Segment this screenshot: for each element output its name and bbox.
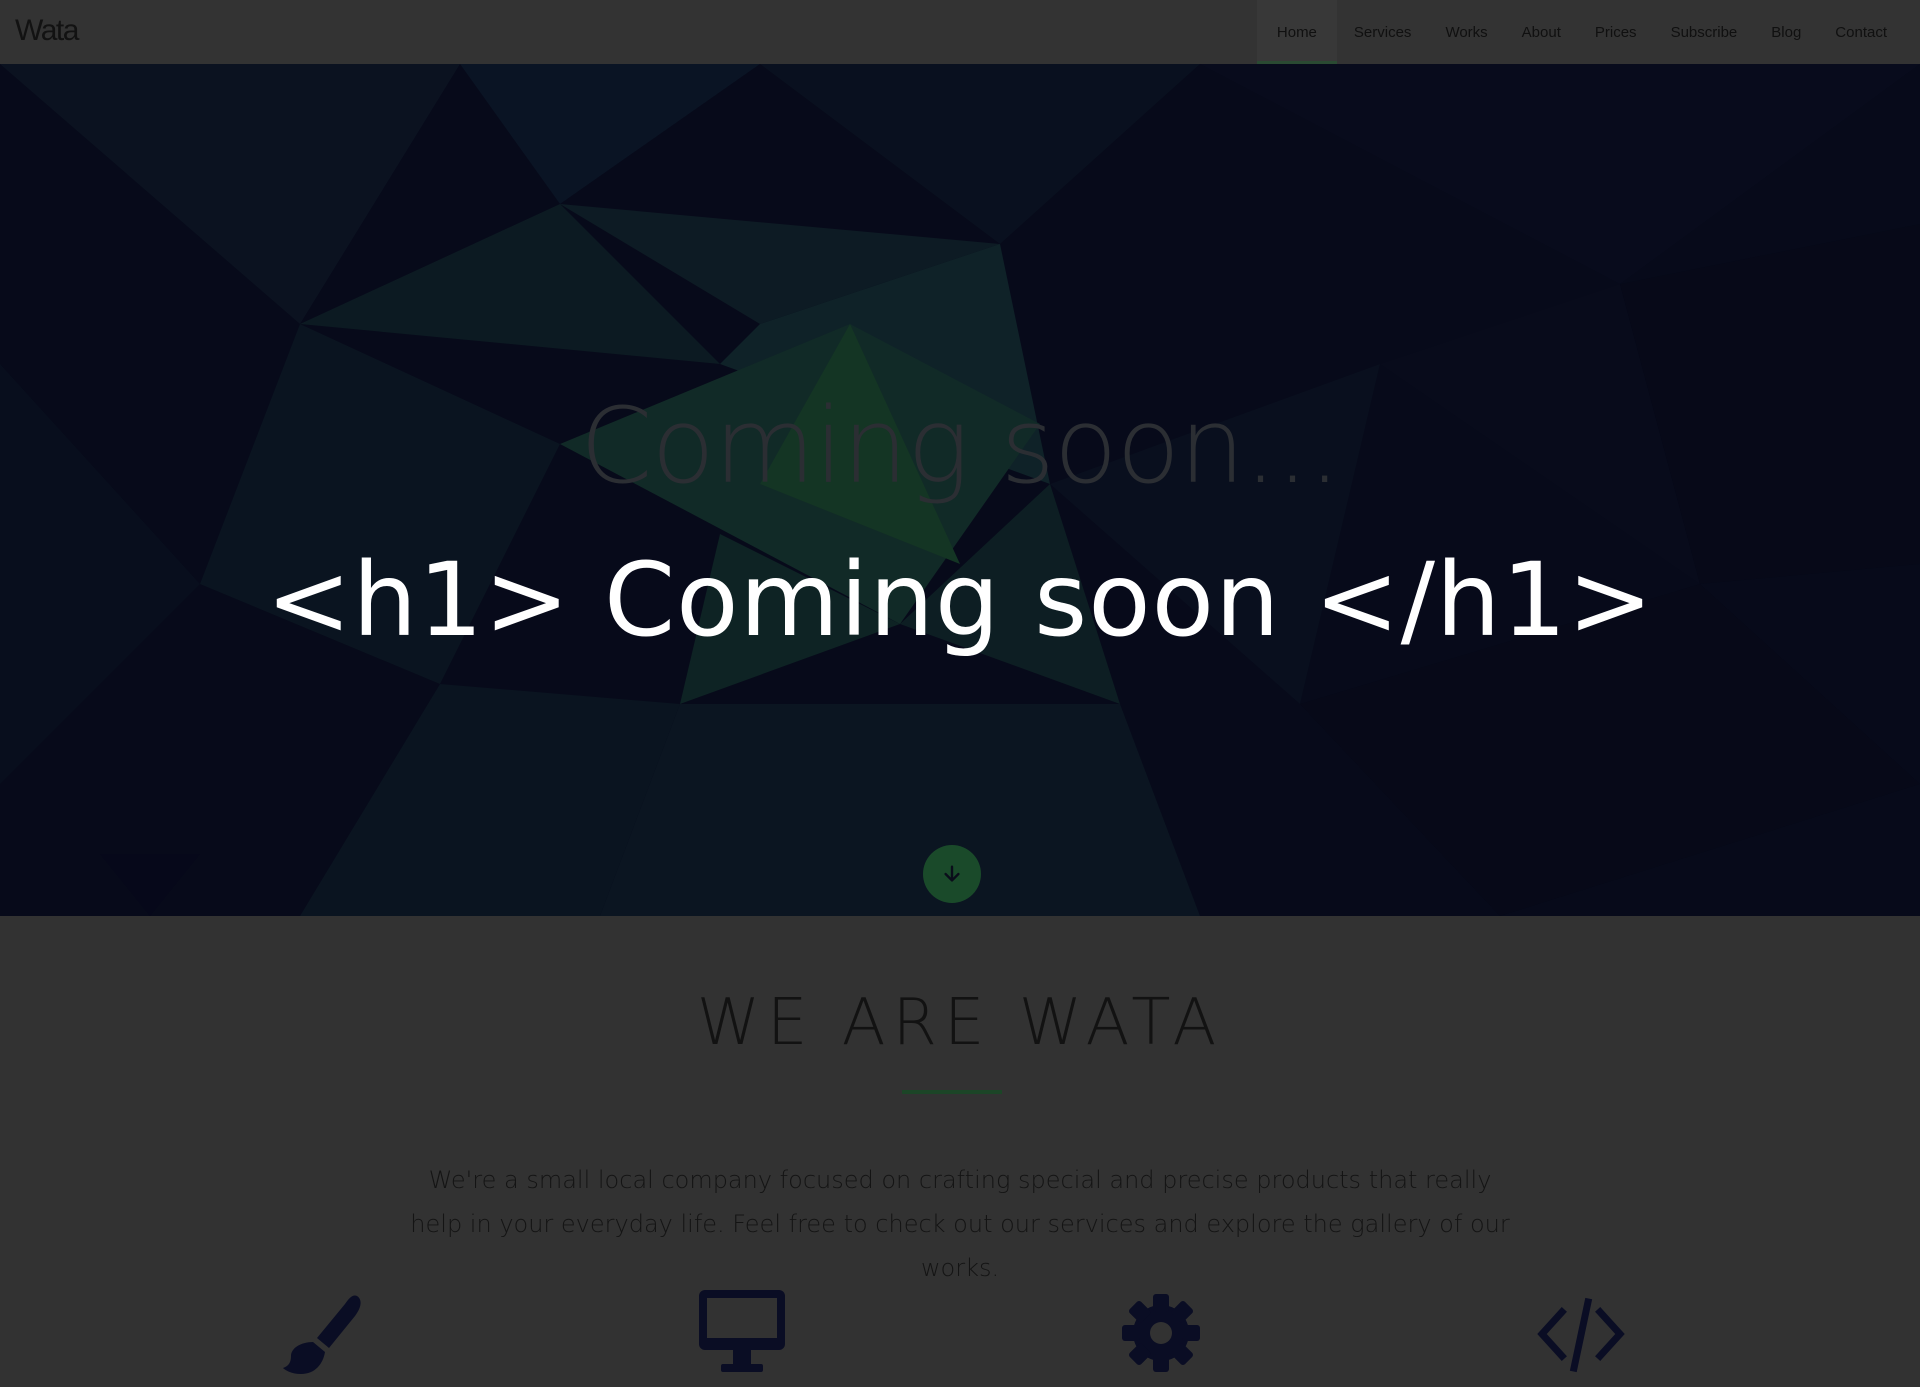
divider [902,1090,1002,1094]
nav-item-blog[interactable]: Blog [1754,0,1818,64]
code-icon [1537,1297,1625,1373]
navbar: Wata Home Services Works About Prices Su… [0,0,1920,64]
paint-brush-icon [283,1295,361,1374]
hero-title: <h1> Coming soon </h1> [266,541,1654,660]
hero-section: Coming soon... <h1> Coming soon </h1> [0,64,1920,916]
nav-item-subscribe[interactable]: Subscribe [1654,0,1755,64]
about-description: We're a small local company focused on c… [410,1166,1510,1282]
desktop-icon [699,1290,785,1372]
nav-item-about[interactable]: About [1505,0,1578,64]
nav-item-prices[interactable]: Prices [1578,0,1654,64]
scroll-down-button[interactable] [923,845,981,903]
nav-item-services[interactable]: Services [1337,0,1429,64]
about-title: WE ARE WATA [696,986,1224,1060]
arrow-down-icon [944,865,960,882]
hero-subtitle: Coming soon... [579,385,1341,507]
gear-icon [1122,1294,1200,1372]
nav-item-contact[interactable]: Contact [1818,0,1904,64]
brand-logo[interactable]: Wata [15,14,79,48]
nav-item-works[interactable]: Works [1428,0,1504,64]
nav-item-home[interactable]: Home [1256,0,1337,64]
nav-menu: Home Services Works About Prices Subscri… [1256,0,1904,64]
